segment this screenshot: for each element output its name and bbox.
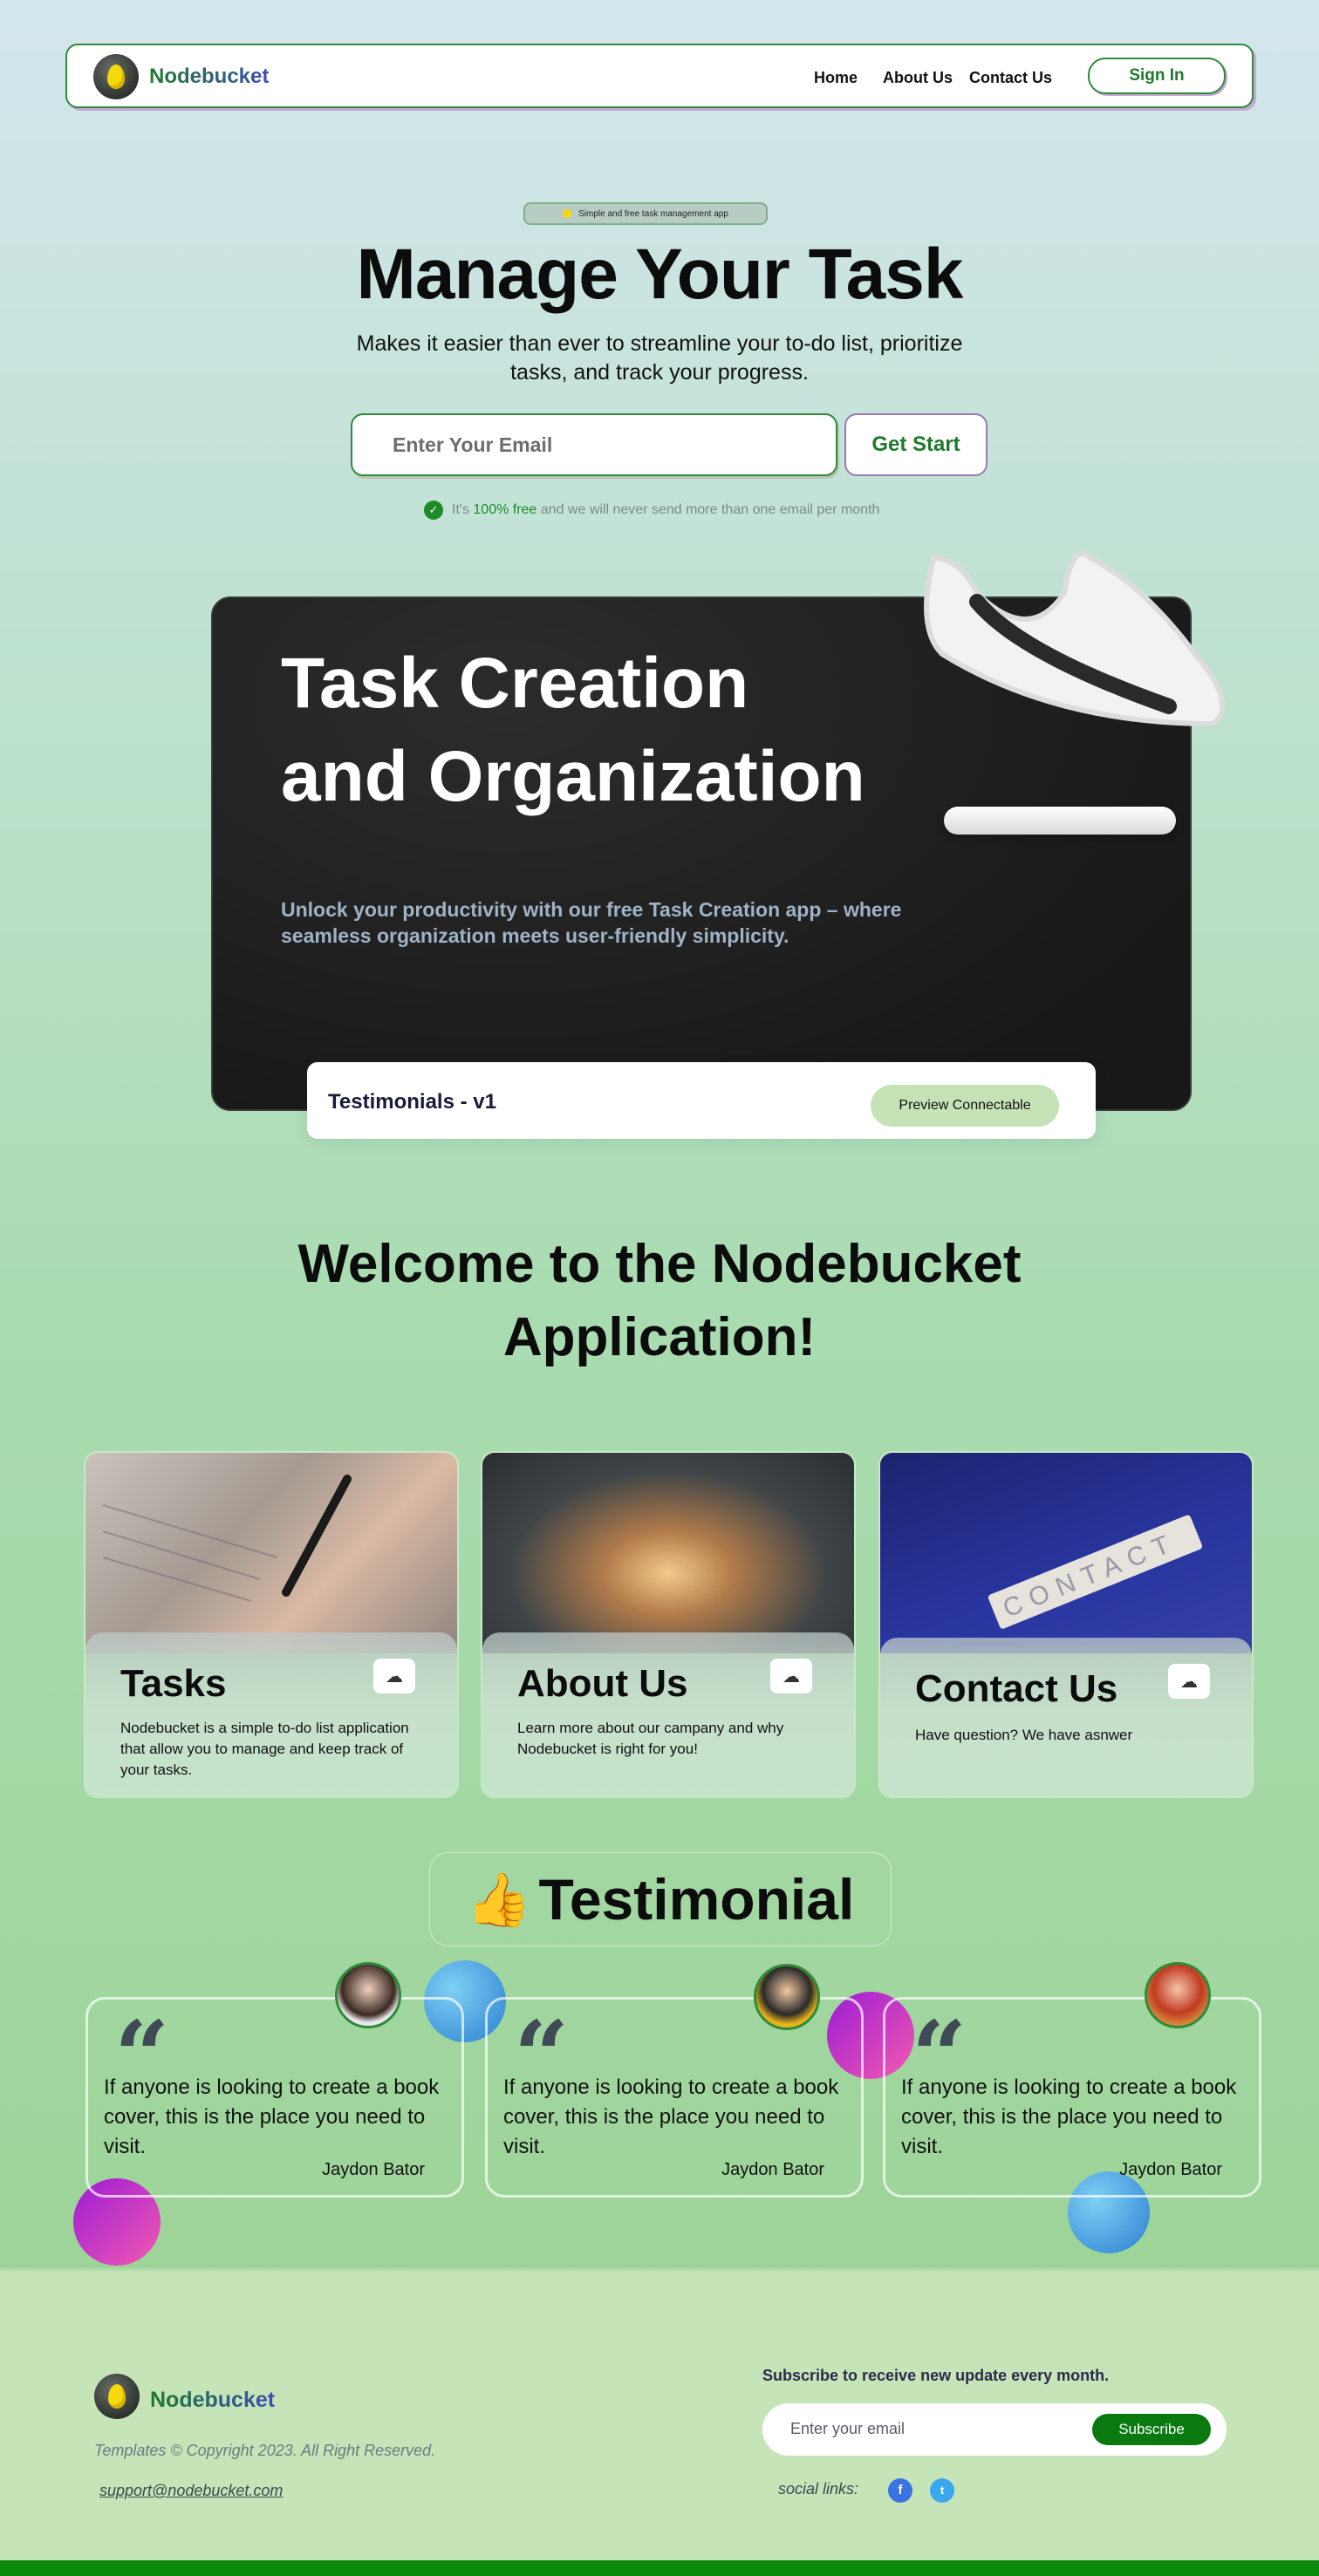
feature-desc: Have question? We have asnwer [915,1727,1133,1743]
nav-contact-link[interactable]: Contact Us [969,69,1052,87]
free-note-highlight: 100% free [473,502,537,517]
testimonial-heading: 👍 Testimonial [429,1852,892,1946]
thumbs-up-icon: 👍 [466,1870,532,1929]
feature-title: About Us [517,1662,688,1705]
testimonial-heading-text: Testimonial [538,1867,855,1932]
avatar [754,1964,820,2030]
testimonial-quote: If anyone is looking to create a book co… [503,2075,839,2158]
welcome-line2: Application! [502,1307,817,1367]
footer-brand[interactable]: Nodebucket [150,2388,275,2413]
check-icon: ✓ [424,501,443,520]
feature-card-about[interactable]: About Us ☁ Learn more about our campany … [481,1451,856,1798]
testimonial-quote: If anyone is looking to create a book co… [901,2075,1237,2158]
support-email-link[interactable]: support@nodebucket.com [99,2482,283,2500]
contact-tiles-text: CONTACT [999,1527,1182,1623]
testimonial-card: “ If anyone is looking to create a book … [85,1997,464,2198]
subscribe-form: Enter your email Subscribe [762,2403,1227,2456]
testimonial-author: Jaydon Bator [1119,2160,1222,2179]
hero-email-input[interactable]: Enter Your Email [351,413,837,476]
showcase-subtitle: Unlock your productivity with our free T… [281,898,902,947]
welcome-line1: Welcome to the Nodebucket [297,1234,1022,1294]
feature-title: Tasks [120,1662,227,1705]
book-lights-image [482,1453,854,1653]
cloud-icon[interactable]: ☁ [1168,1664,1210,1699]
cloud-icon[interactable]: ☁ [373,1659,415,1693]
subscribe-label: Subscribe to receive new update every mo… [762,2367,1110,2384]
testimonial-author: Jaydon Bator [721,2160,824,2179]
feature-desc: Learn more about our campany and why Nod… [517,1720,784,1757]
feature-desc: Nodebucket is a simple to-do list applic… [120,1720,409,1778]
subscribe-button[interactable]: Subscribe [1092,2414,1211,2445]
feature-title: Contact Us [915,1667,1118,1710]
testimonial-card: “ If anyone is looking to create a book … [485,1997,864,2198]
social-links-label: social links: [778,2480,859,2498]
testimonial-card: “ If anyone is looking to create a book … [883,1997,1261,2198]
pen-writing-icon [102,1475,352,1602]
facebook-icon[interactable]: f [888,2478,912,2503]
feature-card-tasks[interactable]: Tasks ☁ Nodebucket is a simple to-do lis… [84,1451,459,1798]
bulb-icon [563,209,572,218]
decorative-bar [944,807,1176,835]
free-note-prefix: It's [452,502,474,517]
twitter-icon[interactable]: t [930,2478,954,2503]
avatar [1145,1962,1211,2028]
hero-subtitle: Makes it easier than ever to streamline … [356,331,963,385]
testimonials-bar-label: Testimonials - v1 [328,1090,496,1114]
tasks-image [85,1453,457,1653]
decorative-squiggle-icon [924,551,1226,727]
avatar [335,1962,401,2028]
footer-bottom-bar [0,2560,1319,2576]
logo-icon[interactable] [93,54,139,99]
testimonial-quote: If anyone is looking to create a book co… [104,2075,440,2158]
footer-logo-icon[interactable] [94,2374,140,2419]
preview-connectable-button[interactable]: Preview Connectable [871,1085,1059,1127]
nav-about-link[interactable]: About Us [883,69,953,87]
copyright: Templates © Copyright 2023. All Right Re… [94,2442,436,2459]
welcome-heading: Welcome to the Nodebucket Application! [0,1228,1319,1374]
cloud-icon[interactable]: ☁ [770,1659,812,1693]
showcase-title-line1: Task Creation [281,644,749,723]
testimonials-bar: Testimonials - v1 Preview Connectable [307,1062,1096,1139]
showcase-title-line2: and Organization [281,737,865,816]
contact-tiles-image: CONTACT [880,1453,1252,1653]
hero-badge: Simple and free task management app [523,202,768,225]
free-note-suffix: and we will never send more than one ema… [536,502,880,517]
sign-in-button[interactable]: Sign In [1088,58,1226,94]
free-note: ✓ It's 100% free and we will never send … [424,501,879,520]
hero-badge-text: Simple and free task management app [578,208,728,219]
brand-name[interactable]: Nodebucket [149,65,269,89]
top-navbar: Nodebucket Home About Us Contact Us Sign… [65,44,1254,108]
showcase-title: Task Creation and Organization [281,637,909,823]
feature-card-contact[interactable]: CONTACT Contact Us ☁ Have question? We h… [878,1451,1254,1798]
get-start-button[interactable]: Get Start [844,413,988,476]
hero-title: Manage Your Task [356,235,964,314]
testimonial-author: Jaydon Bator [322,2160,425,2179]
subscribe-email-input[interactable]: Enter your email [790,2420,905,2438]
nav-home-link[interactable]: Home [814,69,858,87]
